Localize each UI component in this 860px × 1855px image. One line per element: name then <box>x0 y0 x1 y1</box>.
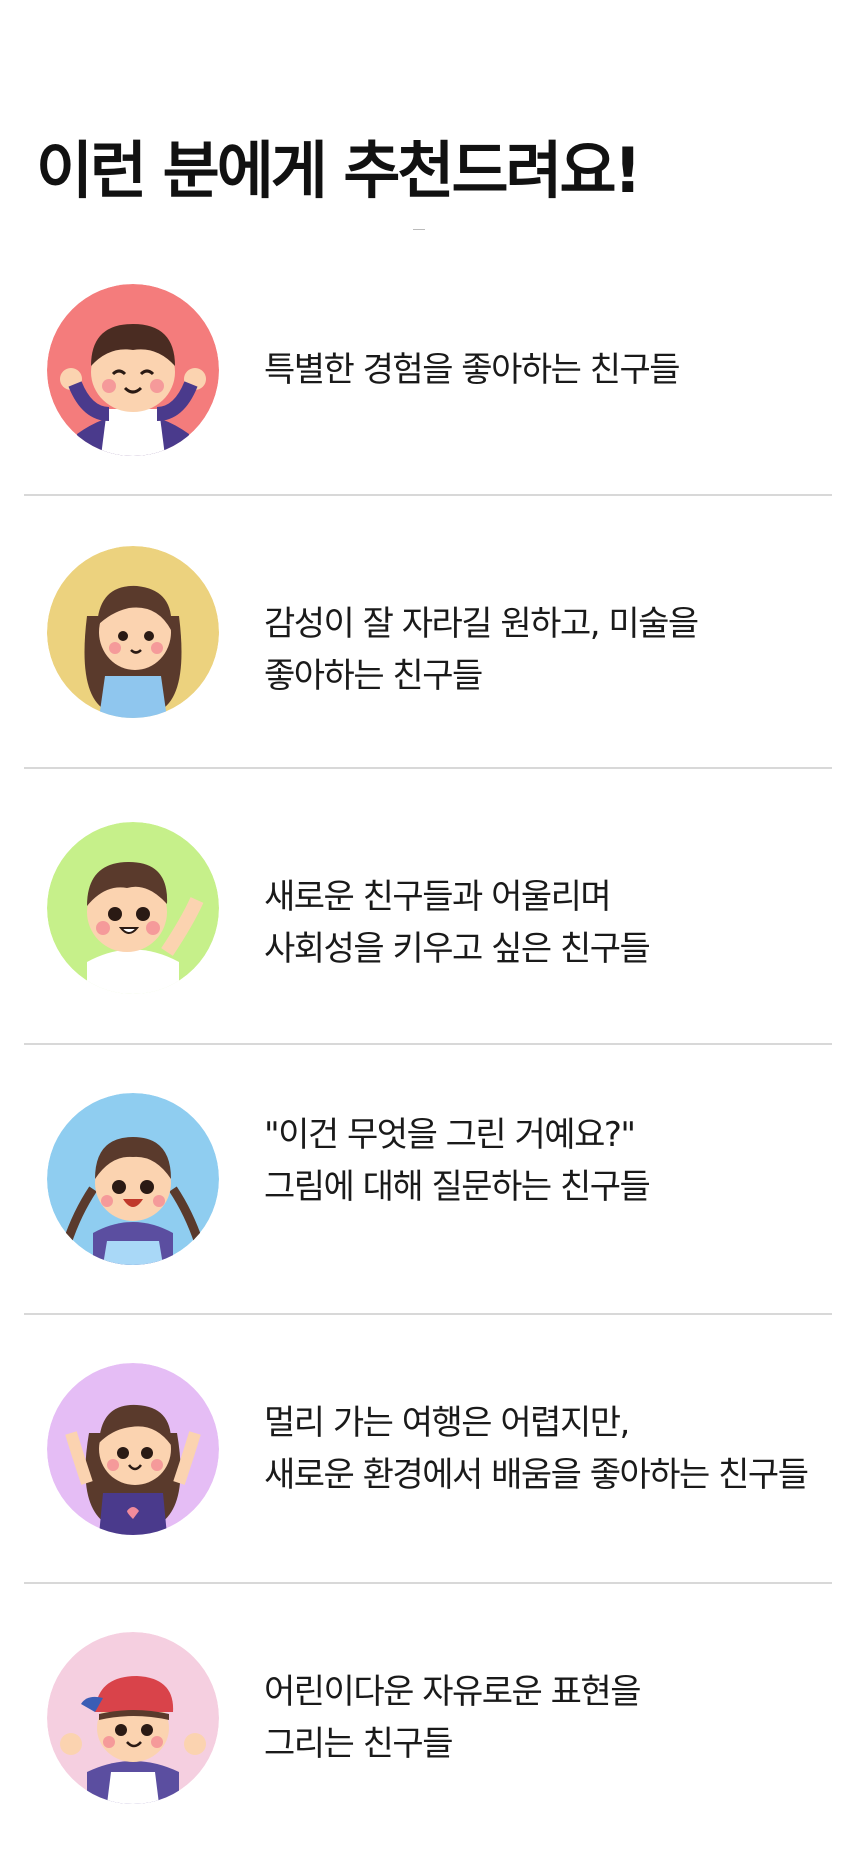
page-title: 이런 분에게 추천드려요! <box>36 134 642 207</box>
boy-waving-icon <box>47 822 219 994</box>
item-divider <box>24 767 832 769</box>
recommend-item-2: 감성이 잘 자라길 원하고, 미술을 좋아하는 친구들 <box>24 544 832 724</box>
item-divider <box>24 1313 832 1315</box>
girl-heart-shirt-icon <box>47 1363 219 1535</box>
item-divider <box>24 1582 832 1584</box>
recommend-item-text-line: 사회성을 키우고 싶은 친구들 <box>264 929 651 969</box>
recommend-item-text-line: 어린이다운 자유로운 표현을 <box>264 1672 641 1712</box>
item-divider <box>24 1043 832 1045</box>
recommend-item-6: 어린이다운 자유로운 표현을 그리는 친구들 <box>24 1632 832 1812</box>
recommend-item-text-line: 그리는 친구들 <box>264 1724 453 1764</box>
recommend-item-text-line: 좋아하는 친구들 <box>264 656 483 696</box>
recommend-item-2-text: 감성이 잘 자라길 원하고, 미술을 좋아하는 친구들 <box>264 598 699 702</box>
girl-long-hair-icon <box>47 546 219 718</box>
recommend-item-5: 멀리 가는 여행은 어렵지만, 새로운 환경에서 배움을 좋아하는 친구들 <box>24 1363 832 1543</box>
recommend-item-1: 특별한 경험을 좋아하는 친구들 <box>24 280 832 460</box>
recommend-item-text-line: 감성이 잘 자라길 원하고, 미술을 <box>264 604 699 644</box>
recommend-item-4: "이건 무엇을 그린 거예요?" 그림에 대해 질문하는 친구들 <box>24 1093 832 1273</box>
recommend-item-3: 새로운 친구들과 어울리며 사회성을 키우고 싶은 친구들 <box>24 817 832 997</box>
recommend-item-6-text: 어린이다운 자유로운 표현을 그리는 친구들 <box>264 1666 641 1770</box>
recommend-item-text-line: "이건 무엇을 그린 거예요?" <box>264 1115 636 1155</box>
girl-braids-icon <box>47 1093 219 1265</box>
recommend-item-text-line: 새로운 환경에서 배움을 좋아하는 친구들 <box>264 1455 809 1495</box>
recommend-item-text-line: 그림에 대해 질문하는 친구들 <box>264 1167 651 1207</box>
recommend-item-text-line: 특별한 경험을 좋아하는 친구들 <box>264 350 681 390</box>
recommend-item-3-text: 새로운 친구들과 어울리며 사회성을 키우고 싶은 친구들 <box>264 871 651 975</box>
boy-red-cap-icon <box>47 1632 219 1804</box>
title-divider-mark <box>413 229 425 230</box>
smiling-boy-waving-icon <box>47 284 219 456</box>
recommend-item-text-line: 새로운 친구들과 어울리며 <box>264 877 612 917</box>
recommend-item-5-text: 멀리 가는 여행은 어렵지만, 새로운 환경에서 배움을 좋아하는 친구들 <box>264 1397 809 1501</box>
item-divider <box>24 494 832 496</box>
recommend-item-text-line: 멀리 가는 여행은 어렵지만, <box>264 1403 630 1443</box>
recommend-item-1-text: 특별한 경험을 좋아하는 친구들 <box>264 344 681 396</box>
recommend-item-4-text: "이건 무엇을 그린 거예요?" 그림에 대해 질문하는 친구들 <box>264 1109 651 1213</box>
